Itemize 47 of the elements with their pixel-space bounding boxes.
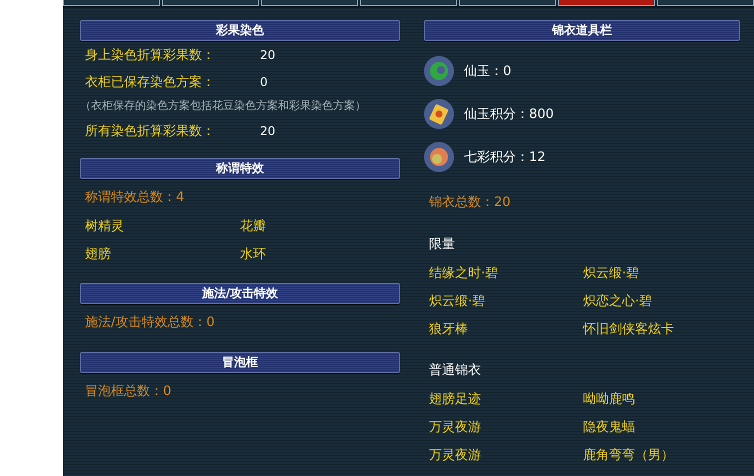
total-count: 施法/攻击特效总数：0 (84, 314, 216, 332)
tab[interactable] (459, 0, 556, 6)
stat-label: 衣柜已保存染色方案： (85, 74, 216, 90)
effect-item: 翅膀 (85, 246, 112, 264)
section-header: 称谓特效 (80, 158, 400, 179)
outfit-item: 炽恋之心·碧 (583, 293, 654, 311)
total-count: 冒泡框总数：0 (84, 383, 172, 401)
outfit-item: 狼牙棒 (429, 321, 469, 339)
outfit-item: 炽云缎·碧 (583, 265, 640, 283)
tab[interactable] (558, 0, 655, 6)
section-header: 彩果染色 (80, 20, 400, 41)
outfit-item: 隐夜鬼蝠 (583, 419, 636, 437)
stat-label: 所有染色折算彩果数： (85, 122, 216, 140)
outfit-item: 怀旧剑侠客炫卡 (583, 321, 675, 339)
tab[interactable] (360, 0, 457, 6)
effect-item: 花瓣 (240, 218, 267, 236)
tab[interactable] (63, 0, 160, 6)
stat-value: 20 (260, 48, 276, 62)
currency-text: 仙玉积分：800 (464, 106, 554, 122)
stat-value: 0 (260, 74, 268, 88)
outfit-item: 结缘之时·碧 (429, 265, 500, 283)
tab[interactable] (657, 0, 754, 6)
section-header: 施法/攻击特效 (80, 283, 400, 304)
effect-item: 水环 (240, 246, 267, 264)
currency-text: 仙玉：0 (464, 62, 512, 80)
card-icon (424, 98, 454, 128)
jade-icon (424, 56, 454, 86)
outfit-item: 万灵夜游 (429, 419, 482, 437)
outfit-item: 万灵夜游 (429, 447, 482, 465)
outfit-item: 翅膀足迹 (429, 391, 482, 409)
note-text: （衣柜保存的染色方案包括花豆染色方案和彩果染色方案） (80, 98, 367, 114)
stat-label: 身上染色折算彩果数： (85, 46, 216, 64)
tab[interactable] (162, 0, 259, 6)
outfit-item: 呦呦鹿鸣 (583, 391, 636, 409)
group-title: 限量 (428, 236, 456, 254)
stat-value: 20 (260, 124, 276, 138)
outfit-item: 炽云缎·碧 (429, 293, 486, 311)
total-count: 称谓特效总数：4 (84, 189, 186, 207)
orb-icon (424, 142, 454, 172)
tab[interactable] (261, 0, 358, 6)
outfit-item: 鹿角弯弯（男） (583, 447, 675, 465)
section-header: 冒泡框 (80, 352, 400, 373)
group-title: 普通锦衣 (428, 362, 482, 380)
section-header: 锦衣道具栏 (424, 20, 740, 41)
effect-item: 树精灵 (85, 218, 125, 236)
total-count: 锦衣总数：20 (428, 194, 512, 212)
currency-text: 七彩积分：12 (464, 148, 546, 166)
